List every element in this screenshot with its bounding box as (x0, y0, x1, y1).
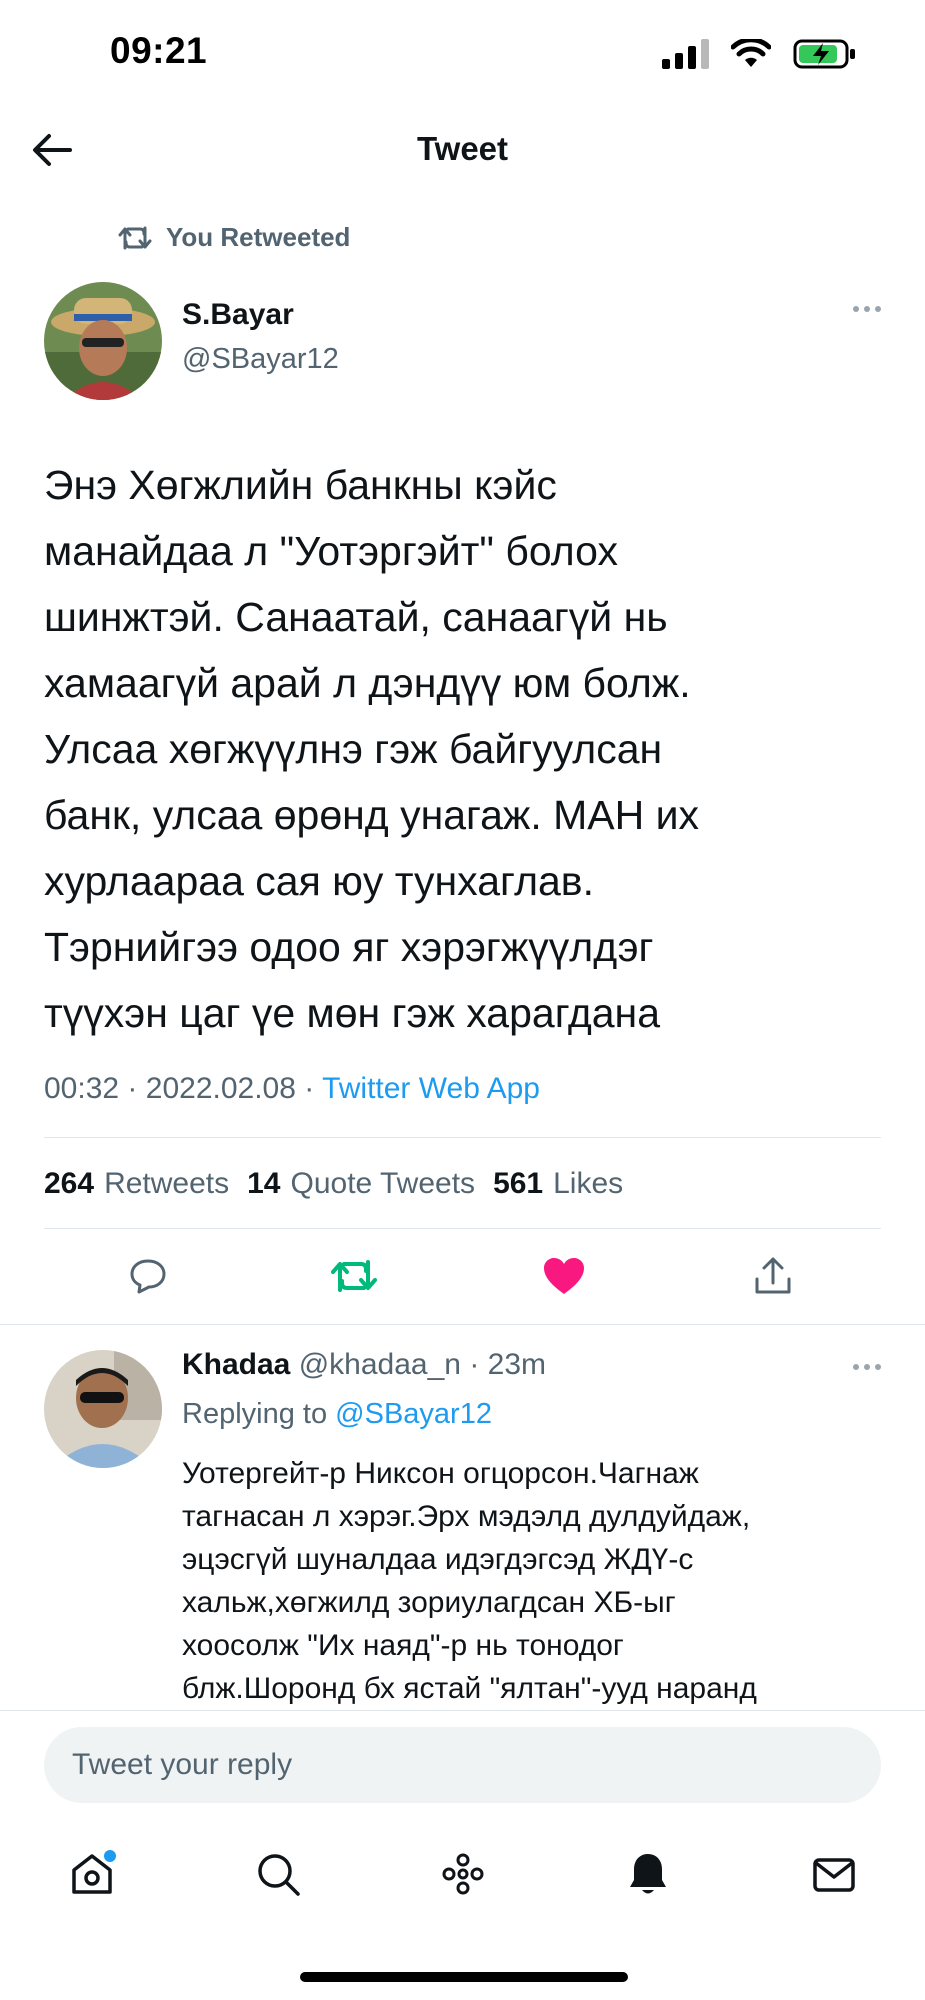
header: Tweet (0, 110, 925, 190)
author-avatar[interactable] (44, 282, 162, 400)
retweet-icon (118, 226, 152, 249)
tweet-text-line: хамаагүй арай л дэндүү юм болж. (44, 660, 691, 706)
reply-composer (0, 1710, 925, 1822)
replying-prefix: Replying to (182, 1398, 328, 1430)
tweet-source-link[interactable]: Twitter Web App (322, 1072, 540, 1105)
reply-separator: · (469, 1348, 480, 1381)
status-bar: 09:21 (0, 0, 925, 110)
reply-text-line: эцэсгүй шуналдаа идэгдэгсэд ЖДҮ-с (182, 1543, 694, 1576)
retweets-label: Retweets (104, 1167, 230, 1200)
reply-author-avatar[interactable] (44, 1350, 162, 1468)
author-name[interactable]: S.Bayar (182, 298, 294, 332)
wifi-icon (731, 39, 771, 67)
more-dot (864, 1364, 870, 1370)
author-handle[interactable]: @SBayar12 (182, 343, 339, 376)
likes-stat[interactable]: 561 Likes (493, 1167, 623, 1201)
nav-messages[interactable] (804, 1844, 864, 1904)
divider (44, 1137, 881, 1138)
quote-tweets-stat[interactable]: 14 Quote Tweets (247, 1167, 475, 1201)
replying-mention-link[interactable]: @SBayar12 (335, 1398, 492, 1430)
mail-icon (813, 1858, 855, 1892)
search-icon (258, 1854, 300, 1896)
more-options-button[interactable] (853, 306, 881, 312)
meta-separator: · (304, 1072, 315, 1105)
page-title: Tweet (416, 130, 509, 167)
tweet-text: Энэ Хөгжлийн банкны кэйс манайдаа л "Уот… (44, 452, 894, 1046)
spaces-icon (442, 1853, 484, 1895)
reply-age: 23m (487, 1348, 547, 1381)
likes-label: Likes (553, 1167, 624, 1200)
author-avatar-image (44, 282, 162, 400)
tweet-meta: 00:32 · 2022.02.08 · Twitter Web App (44, 1072, 540, 1106)
bottom-nav (0, 1822, 925, 2000)
tweet-text-line: банк, улсаа өрөнд унагаж. МАН их (44, 792, 699, 838)
tweet-text-line: манайдаа л "Уотэргэйт" болох (44, 528, 618, 574)
divider (44, 1228, 881, 1229)
retweet-context: You Retweeted (118, 222, 350, 253)
tweet-text-line: түүхэн цаг үе мөн гэж харагдана (44, 990, 661, 1036)
more-dot (864, 306, 870, 312)
share-button[interactable] (747, 1250, 799, 1302)
share-icon (755, 1257, 791, 1294)
divider (0, 1324, 925, 1325)
tweet-text-line: Улсаа хөгжүүлнэ гэж байгуулсан (44, 726, 663, 772)
tweet-text-line: Энэ Хөгжлийн банкны кэйс (44, 462, 557, 508)
reply-author-name[interactable]: Khadaa (182, 1348, 290, 1381)
tweet-time: 00:32 (44, 1072, 120, 1105)
likes-count: 561 (493, 1167, 544, 1200)
reply-text-line: тагнасан л хэрэг.Эрх мэдэлд дулдуйдаж, (182, 1500, 751, 1533)
reply-avatar-image (44, 1350, 162, 1468)
reply-more-options-button[interactable] (853, 1364, 881, 1370)
tweet-stats: 264 Retweets 14 Quote Tweets 561 Likes (44, 1167, 623, 1201)
status-time: 09:21 (110, 30, 208, 71)
status-icons (662, 38, 857, 70)
retweets-count: 264 (44, 1167, 95, 1200)
reply-text: Уотергейт-р Никсон огцорсон.Чагнаж тагна… (182, 1452, 882, 1710)
like-button[interactable] (538, 1250, 590, 1302)
reply-header: Khadaa @khadaa_n · 23m (182, 1348, 546, 1382)
bell-filled-icon (630, 1854, 666, 1894)
reply-text-line: хальж,хөгжилд зориулагдсан ХБ-ыг (182, 1586, 676, 1619)
reply-button[interactable] (122, 1250, 174, 1302)
reply-icon (130, 1259, 166, 1294)
retweet-context-label: You Retweeted (166, 222, 351, 252)
more-dot (875, 306, 881, 312)
retweet-button[interactable] (328, 1250, 380, 1302)
meta-separator: · (127, 1072, 138, 1105)
retweets-stat[interactable]: 264 Retweets (44, 1167, 229, 1201)
home-indicator (300, 1972, 628, 1982)
heart-filled-icon (544, 1258, 584, 1294)
quotes-count: 14 (247, 1167, 281, 1200)
reply-input[interactable] (44, 1727, 881, 1803)
more-dot (853, 306, 859, 312)
reply-text-line: блж.Шоронд бх ястай "ялтан"-ууд наранд (182, 1672, 757, 1705)
battery-charging-icon (793, 39, 855, 69)
replying-to: Replying to @SBayar12 (182, 1398, 492, 1431)
reply-text-line: Уотергейт-р Никсон огцорсон.Чагнаж (182, 1457, 699, 1490)
nav-home[interactable] (62, 1844, 122, 1904)
retweet-icon (331, 1260, 377, 1292)
tweet-text-line: Тэрнийгээ одоо яг хэрэгжүүлдэг (44, 924, 654, 970)
tweet-text-line: шинжтэй. Санаатай, санаагүй нь (44, 594, 668, 640)
signal-icon (662, 39, 709, 69)
more-dot (875, 1364, 881, 1370)
nav-notifications[interactable] (618, 1844, 678, 1904)
nav-search[interactable] (248, 1844, 308, 1904)
tweet-date: 2022.02.08 (145, 1072, 296, 1105)
reply-author-handle[interactable]: @khadaa_n (299, 1348, 461, 1381)
notification-dot (104, 1850, 116, 1862)
quotes-label: Quote Tweets (290, 1167, 476, 1200)
tweet-text-line: хурлаараа сая юу тунхаглав. (44, 858, 594, 904)
nav-spaces[interactable] (433, 1844, 493, 1904)
more-dot (853, 1364, 859, 1370)
reply-text-line: хоосолж "Их наяд"-р нь тонодог (182, 1629, 624, 1662)
tweet-actions (0, 1250, 925, 1310)
